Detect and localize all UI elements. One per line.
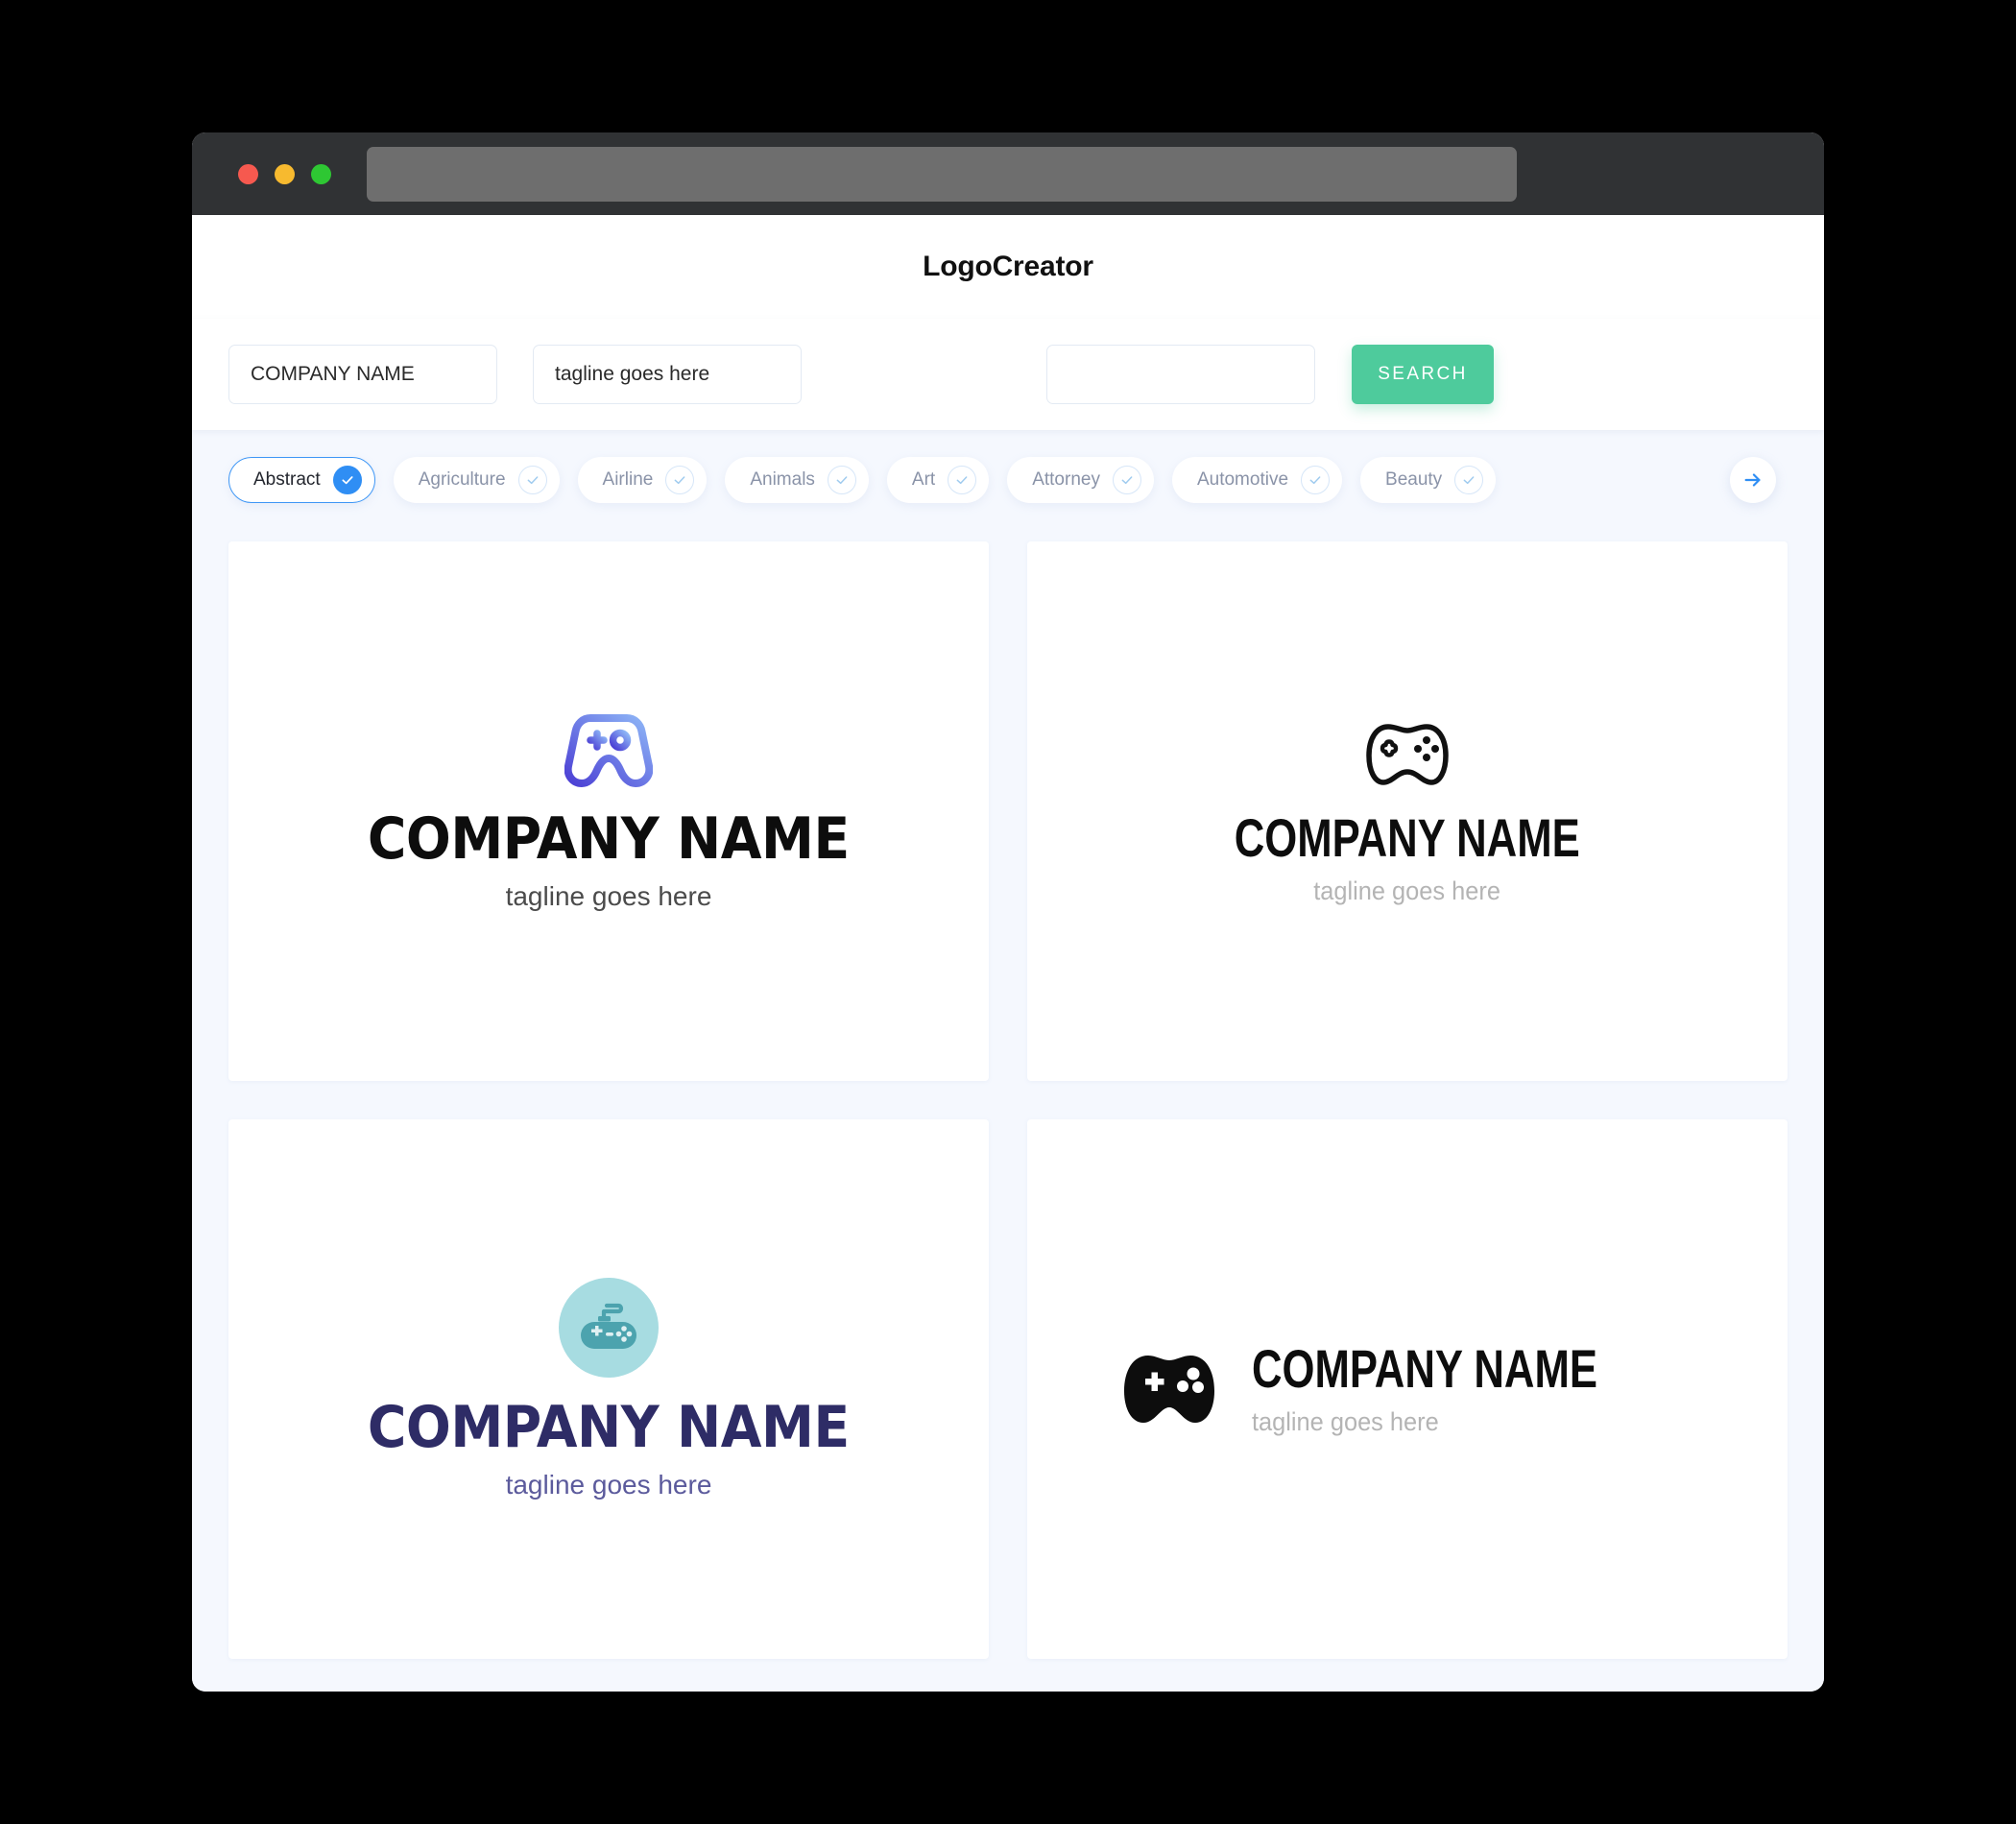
category-chip-beauty[interactable]: Beauty [1360, 457, 1497, 503]
next-categories-button[interactable] [1730, 457, 1776, 503]
check-circle-icon [332, 466, 362, 494]
logo-text-group: COMPANY NAME tagline goes here [1252, 1337, 1695, 1437]
tagline-input[interactable] [533, 345, 802, 404]
gamepad-solid-black-icon [1124, 1356, 1215, 1423]
category-chip-label: Agriculture [418, 469, 506, 490]
check-circle-icon [517, 466, 547, 494]
gamepad-outline-gradient-icon [564, 714, 653, 787]
gamepad-circle-teal-icon [559, 1278, 659, 1378]
category-chip-animals[interactable]: Animals [725, 457, 869, 503]
company-name-input[interactable] [228, 345, 497, 404]
category-chip-agriculture[interactable]: Agriculture [393, 457, 560, 503]
logo-card[interactable]: COMPANY NAME tagline goes here [1027, 541, 1788, 1081]
check-circle-icon [948, 466, 977, 494]
category-chip-label: Beauty [1385, 469, 1443, 490]
category-chip-label: Animals [750, 469, 815, 490]
logo-company-name: COMPANY NAME [1252, 1337, 1598, 1399]
app-header: LogoCreator [192, 215, 1824, 319]
gamepad-outline-black-icon [1366, 723, 1449, 785]
logo-text-group: COMPANY NAME tagline goes here [1186, 806, 1629, 906]
traffic-light-group [238, 163, 331, 184]
category-chip-label: Abstract [253, 469, 321, 490]
check-circle-icon [1301, 466, 1331, 494]
logo-results-grid: COMPANY NAME tagline goes here COMPANY N… [192, 530, 1824, 1692]
logo-card[interactable]: COMPANY NAME tagline goes here [228, 541, 989, 1081]
logo-card[interactable]: COMPANY NAME tagline goes here [1027, 1119, 1788, 1659]
close-window-icon[interactable] [238, 163, 258, 184]
category-chip-label: Attorney [1032, 469, 1100, 490]
check-circle-icon [665, 466, 695, 494]
search-bar: SEARCH [192, 319, 1824, 430]
check-circle-icon [1454, 466, 1484, 494]
category-chip-attorney[interactable]: Attorney [1007, 457, 1154, 503]
category-chip-automotive[interactable]: Automotive [1171, 457, 1343, 503]
category-chip-label: Automotive [1196, 469, 1289, 490]
browser-window: LogoCreator SEARCH Abstract Agriculture … [192, 132, 1824, 1692]
arrow-right-icon [1744, 473, 1761, 487]
logo-company-name: COMPANY NAME [368, 805, 850, 873]
keyword-input[interactable] [1046, 345, 1315, 404]
check-circle-icon [827, 466, 856, 494]
logo-company-name: COMPANY NAME [368, 1394, 850, 1461]
category-chip-airline[interactable]: Airline [577, 457, 708, 503]
logo-text-group: COMPANY NAME tagline goes here [347, 810, 871, 912]
search-button[interactable]: SEARCH [1352, 345, 1494, 404]
check-circle-icon [1112, 466, 1141, 494]
maximize-window-icon[interactable] [311, 163, 331, 184]
category-chip-label: Art [911, 469, 936, 490]
minimize-window-icon[interactable] [275, 163, 295, 184]
category-filter-row: Abstract Agriculture Airline Animals Art [192, 430, 1824, 530]
logo-tagline: tagline goes here [505, 881, 712, 911]
page-title: LogoCreator [923, 251, 1093, 282]
logo-tagline: tagline goes here [1252, 1406, 1439, 1436]
browser-chrome [192, 132, 1824, 215]
category-chip-label: Airline [602, 469, 654, 490]
logo-card[interactable]: COMPANY NAME tagline goes here [228, 1119, 989, 1659]
url-bar[interactable] [367, 146, 1517, 202]
category-chip-art[interactable]: Art [886, 457, 990, 503]
logo-tagline: tagline goes here [505, 1470, 712, 1500]
category-chip-abstract[interactable]: Abstract [228, 457, 375, 503]
logo-company-name: COMPANY NAME [1235, 806, 1580, 868]
logo-text-group: COMPANY NAME tagline goes here [347, 1399, 871, 1500]
logo-tagline: tagline goes here [1313, 876, 1501, 905]
